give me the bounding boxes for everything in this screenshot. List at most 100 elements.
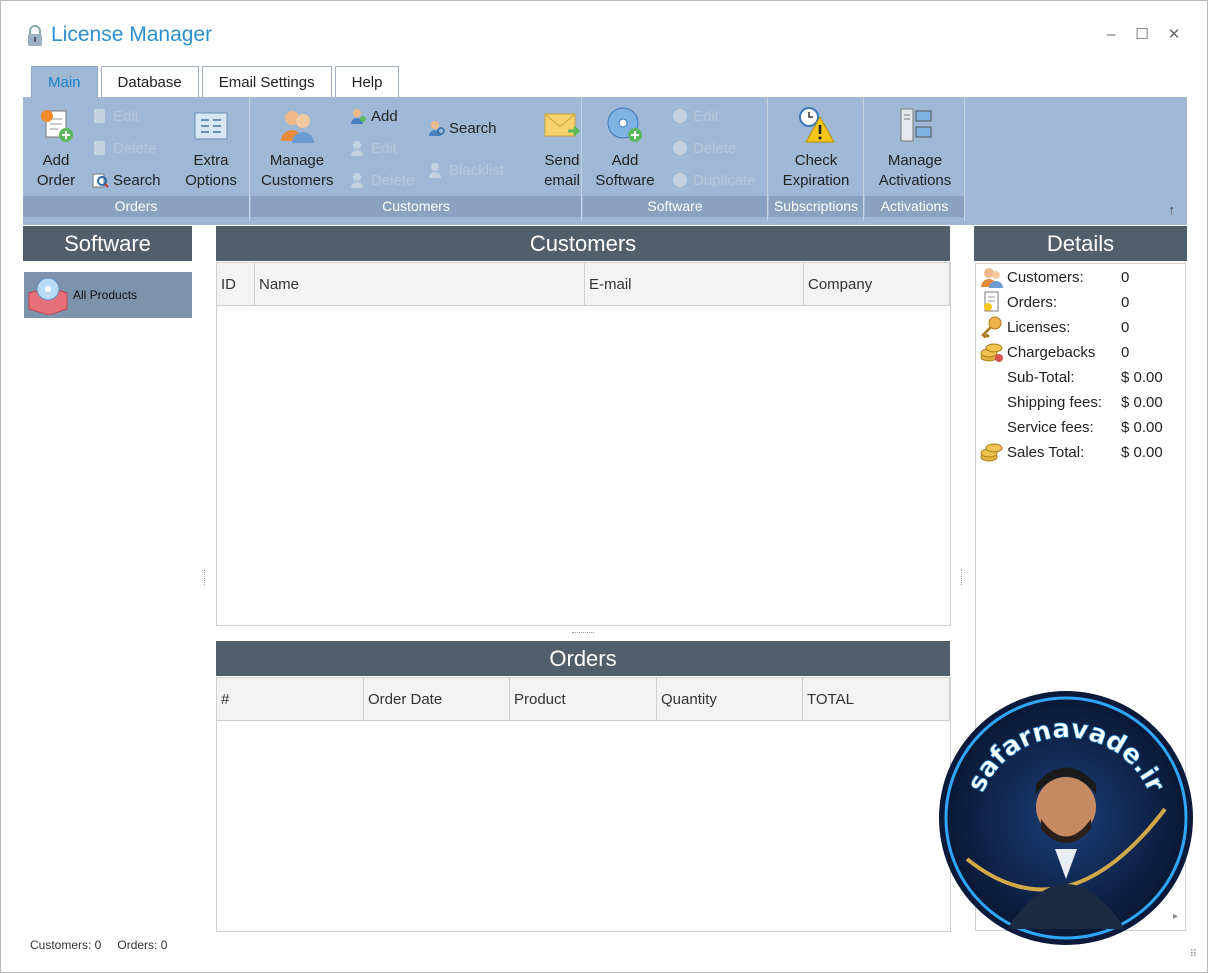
app-title: License Manager [51,23,213,46]
column-header-name[interactable]: Name [255,263,585,305]
search-user-icon [429,121,445,136]
orders-icon [984,291,999,312]
orders-grid[interactable]: # Order Date Product Quantity TOTAL [216,677,951,932]
resize-grip-icon[interactable]: ⠿ [1190,949,1197,960]
check-expiration-button[interactable]: Check Expiration [773,105,859,191]
details-row-customers: Customers: 0 [980,265,1129,289]
customers-grid-header: ID Name E-mail Company [217,263,950,306]
tab-email-settings[interactable]: Email Settings [201,66,332,98]
ribbon-group-customers: Manage Customers Add Edit Delete Search … [251,97,582,221]
customer-search-button[interactable]: Search [427,119,497,137]
details-row-orders: Orders: 0 [980,290,1129,314]
add-order-button[interactable]: Add Order [29,105,83,191]
order-edit-button[interactable]: Edit [91,107,139,125]
details-value: 0 [1121,343,1130,361]
customer-edit-button[interactable]: Edit [349,139,397,157]
column-header-number[interactable]: # [217,678,364,720]
column-header-company[interactable]: Company [804,263,950,305]
column-header-total[interactable]: TOTAL [803,678,950,720]
ribbon-group-subscriptions: Check Expiration Subscriptions [769,97,864,221]
order-delete-button[interactable]: Delete [91,139,156,157]
email-icon [544,113,581,137]
edit-icon [94,109,105,123]
maximize-button[interactable]: ☐ [1132,25,1152,45]
add-user-icon [351,109,366,124]
add-order-icon [41,110,73,142]
ribbon-tabs: Main Database Email Settings Help [31,66,402,98]
warning-clock-icon [799,107,835,143]
tab-main[interactable]: Main [31,66,98,98]
minimize-button[interactable]: – [1101,25,1121,45]
close-button[interactable]: ✕ [1164,25,1184,45]
middle-splitter[interactable] [572,632,594,635]
left-splitter[interactable] [204,569,207,585]
software-delete-label: Delete [693,139,737,157]
title-bar: License Manager – ☐ ✕ [1,1,1207,63]
add-software-button[interactable]: Add Software [591,105,659,191]
details-value: $ 0.00 [1121,443,1163,461]
extra-options-label: Extra Options [185,152,237,189]
details-row-shipping: Shipping fees: $ 0.00 [980,390,1163,414]
details-value: 0 [1121,293,1130,311]
group-label-subscriptions: Subscriptions [769,196,863,217]
details-row-sales-total: Sales Total: $ 0.00 [980,440,1163,464]
details-panel-title: Details [974,226,1187,261]
column-header-quantity[interactable]: Quantity [657,678,803,720]
customer-blacklist-label: Blacklist [449,161,505,179]
lock-icon [28,25,42,46]
column-header-order-date[interactable]: Order Date [364,678,510,720]
details-label: Licenses: [1007,318,1071,336]
customers-panel-title: Customers [216,226,950,261]
manage-customers-button[interactable]: Manage Customers [261,105,334,191]
details-label: Sales Total: [1007,443,1085,461]
customers-grid[interactable]: ID Name E-mail Company [216,262,951,626]
details-row-licenses: Licenses: 0 [980,315,1129,339]
order-search-button[interactable]: Search [91,171,161,189]
product-item-label: All Products [73,288,138,302]
right-splitter[interactable] [961,569,964,585]
coins-icon [980,443,1003,462]
group-label-activations: Activations [865,196,964,217]
column-header-product[interactable]: Product [510,678,657,720]
customers-icon [281,111,314,143]
manage-activations-button[interactable]: Manage Activations [873,105,957,191]
status-customers-count: Customers: 0 [30,938,102,952]
product-item-all[interactable]: All Products [24,272,192,318]
customer-search-label: Search [449,119,497,137]
key-icon [981,316,1002,338]
details-label: Orders: [1007,293,1058,311]
column-header-id[interactable]: ID [217,263,255,305]
software-panel-title: Software [23,226,192,261]
edit-user-icon [351,141,363,156]
customer-delete-button[interactable]: Delete [349,171,414,189]
tab-database[interactable]: Database [100,66,199,98]
software-edit-label: Edit [693,107,719,125]
software-duplicate-button[interactable]: Duplicate [671,171,756,189]
tab-help[interactable]: Help [334,66,400,98]
add-software-label: Add Software [595,152,655,189]
column-header-email[interactable]: E-mail [585,263,804,305]
blacklist-icon [429,163,441,178]
customers-icon [981,268,1003,288]
details-value: 0 [1121,318,1130,336]
collapse-ribbon-button[interactable]: ↑ [1169,202,1176,217]
customer-blacklist-button[interactable]: Blacklist [427,161,504,179]
network-computers-icon [900,108,932,142]
extra-options-icon [194,112,228,140]
customer-add-button[interactable]: Add [349,107,398,125]
search-icon [92,173,109,188]
details-label: Customers: [1007,268,1084,286]
manage-activations-label: Manage Activations [878,152,952,189]
software-edit-button[interactable]: Edit [671,107,719,125]
manage-customers-label: Manage Customers [261,152,334,189]
delete-icon [94,141,105,155]
cd-duplicate-icon [673,173,687,187]
details-label: Service fees: [1007,418,1094,436]
software-delete-button[interactable]: Delete [671,139,736,157]
details-label: Sub-Total: [1007,368,1075,386]
ribbon-group-activations: Manage Activations Activations [865,97,965,221]
status-bar: Customers: 0 Orders: 0 [30,938,167,952]
status-orders-count: Orders: 0 [117,938,168,952]
cd-add-icon [607,107,642,142]
group-label-software: Software [583,196,767,217]
